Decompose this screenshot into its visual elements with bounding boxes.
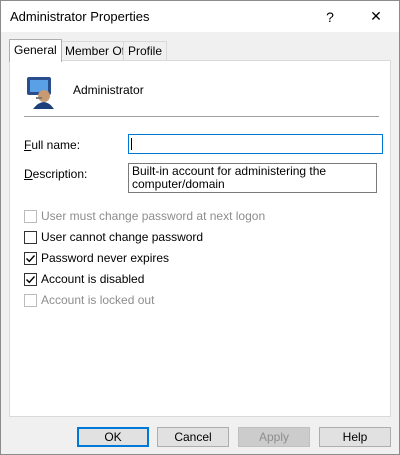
- text-caret: [131, 138, 132, 150]
- tab-member-of[interactable]: Member Of: [60, 41, 131, 61]
- description-input[interactable]: Built-in account for administering the c…: [128, 163, 377, 193]
- general-panel: Administrator Full name: Description: Bu…: [9, 60, 391, 417]
- checkbox-must-change-password[interactable]: User must change password at next logon: [24, 208, 265, 224]
- apply-button[interactable]: Apply: [238, 427, 310, 447]
- close-icon[interactable]: ✕: [357, 1, 395, 32]
- description-label: Description:: [24, 167, 88, 181]
- checkbox-box[interactable]: [24, 251, 37, 265]
- properties-dialog: Administrator Properties ? ✕ General Mem…: [0, 0, 400, 455]
- full-name-label-rest: ull name:: [31, 138, 81, 152]
- full-name-label: Full name:: [24, 138, 81, 152]
- checkbox-account-locked-out[interactable]: Account is locked out: [24, 292, 154, 308]
- checkbox-label: User must change password at next logon: [41, 209, 266, 223]
- checkbox-password-never-expires[interactable]: Password never expires: [24, 250, 169, 266]
- cancel-button[interactable]: Cancel: [157, 427, 229, 447]
- checkbox-label: Account is disabled: [41, 272, 145, 286]
- checkbox-label: Account is locked out: [41, 293, 155, 307]
- checkbox-cannot-change-password[interactable]: User cannot change password: [24, 229, 203, 245]
- checkbox-box[interactable]: [24, 209, 37, 223]
- checkbox-box[interactable]: [24, 272, 37, 286]
- description-label-rest: escription:: [32, 167, 88, 181]
- checkmark-icon: [26, 275, 36, 283]
- checkbox-account-disabled[interactable]: Account is disabled: [24, 271, 144, 287]
- user-icon: [27, 77, 54, 109]
- help-button[interactable]: Help: [319, 427, 391, 447]
- tab-general[interactable]: General: [9, 39, 62, 62]
- ok-button[interactable]: OK: [77, 427, 149, 447]
- tab-profile[interactable]: Profile: [123, 41, 168, 61]
- separator: [24, 116, 379, 117]
- account-name: Administrator: [73, 83, 144, 97]
- title-bar[interactable]: Administrator Properties ? ✕: [1, 1, 399, 32]
- checkmark-icon: [26, 254, 36, 262]
- help-icon[interactable]: ?: [311, 1, 349, 32]
- checkbox-box[interactable]: [24, 230, 37, 244]
- full-name-input[interactable]: [128, 134, 383, 154]
- checkbox-label: User cannot change password: [41, 230, 204, 244]
- window-title: Administrator Properties: [10, 9, 150, 24]
- checkbox-label: Password never expires: [41, 251, 170, 265]
- checkbox-box[interactable]: [24, 293, 37, 307]
